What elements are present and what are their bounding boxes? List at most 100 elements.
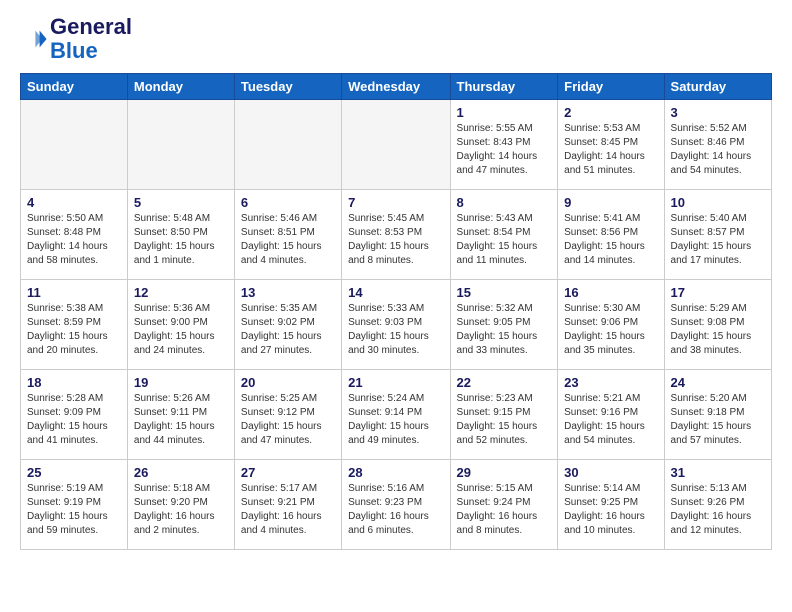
day-info: Sunrise: 5:53 AM Sunset: 8:45 PM Dayligh…	[564, 122, 657, 178]
weekday-header-thursday: Thursday	[450, 74, 558, 100]
day-number: 14	[348, 285, 443, 300]
calendar-cell: 29Sunrise: 5:15 AM Sunset: 9:24 PM Dayli…	[450, 460, 558, 550]
day-info: Sunrise: 5:48 AM Sunset: 8:50 PM Dayligh…	[134, 212, 228, 268]
calendar-cell: 10 Sunrise: 5:40 AM Sunset: 8:57 PM Dayli…	[664, 190, 771, 280]
day-number: 25	[27, 465, 121, 480]
day-info: Sunrise: 5:50 AM Sunset: 8:48 PM Dayligh…	[27, 212, 121, 268]
week-row-4: 25Sunrise: 5:19 AM Sunset: 9:19 PM Dayli…	[21, 460, 772, 550]
calendar-cell: 3 Sunrise: 5:52 AM Sunset: 8:46 PM Daylig…	[664, 100, 771, 190]
day-number: 22	[457, 375, 552, 390]
day-info: Sunrise: 5:52 AM Sunset: 8:46 PM Dayligh…	[671, 122, 765, 178]
calendar-cell: 23 Sunrise: 5:21 AM Sunset: 9:16 PM Dayli…	[558, 370, 664, 460]
week-row-0: 1 Sunrise: 5:55 AM Sunset: 8:43 PM Daylig…	[21, 100, 772, 190]
calendar-cell: 1 Sunrise: 5:55 AM Sunset: 8:43 PM Daylig…	[450, 100, 558, 190]
day-number: 26	[134, 465, 228, 480]
calendar-cell: 27 Sunrise: 5:17 AM Sunset: 9:21 PM Dayli…	[234, 460, 341, 550]
calendar-table: SundayMondayTuesdayWednesdayThursdayFrid…	[20, 73, 772, 550]
day-info: Sunrise: 5:30 AM Sunset: 9:06 PM Dayligh…	[564, 302, 657, 358]
day-number: 28	[348, 465, 443, 480]
calendar-cell: 19 Sunrise: 5:26 AM Sunset: 9:11 PM Dayli…	[127, 370, 234, 460]
day-info: Sunrise: 5:41 AM Sunset: 8:56 PM Dayligh…	[564, 212, 657, 268]
day-number: 23	[564, 375, 657, 390]
calendar-cell: 6Sunrise: 5:46 AM Sunset: 8:51 PM Daylig…	[234, 190, 341, 280]
day-number: 16	[564, 285, 657, 300]
calendar-cell: 22Sunrise: 5:23 AM Sunset: 9:15 PM Dayli…	[450, 370, 558, 460]
calendar-cell	[21, 100, 128, 190]
day-number: 20	[241, 375, 335, 390]
weekday-header-row: SundayMondayTuesdayWednesdayThursdayFrid…	[21, 74, 772, 100]
header: General Blue	[20, 15, 772, 63]
calendar-cell	[342, 100, 450, 190]
calendar-cell: 28 Sunrise: 5:16 AM Sunset: 9:23 PM Dayli…	[342, 460, 450, 550]
day-number: 1	[457, 105, 552, 120]
day-number: 6	[241, 195, 335, 210]
calendar-cell: 25Sunrise: 5:19 AM Sunset: 9:19 PM Dayli…	[21, 460, 128, 550]
calendar-cell: 21Sunrise: 5:24 AM Sunset: 9:14 PM Dayli…	[342, 370, 450, 460]
calendar-cell: 9Sunrise: 5:41 AM Sunset: 8:56 PM Daylig…	[558, 190, 664, 280]
day-number: 30	[564, 465, 657, 480]
calendar-cell: 8 Sunrise: 5:43 AM Sunset: 8:54 PM Daylig…	[450, 190, 558, 280]
weekday-header-tuesday: Tuesday	[234, 74, 341, 100]
day-number: 19	[134, 375, 228, 390]
day-info: Sunrise: 5:36 AM Sunset: 9:00 PM Dayligh…	[134, 302, 228, 358]
calendar-cell: 24 Sunrise: 5:20 AM Sunset: 9:18 PM Dayli…	[664, 370, 771, 460]
logo-text-blue: Blue	[50, 39, 132, 63]
day-info: Sunrise: 5:28 AM Sunset: 9:09 PM Dayligh…	[27, 392, 121, 448]
calendar-cell: 4 Sunrise: 5:50 AM Sunset: 8:48 PM Daylig…	[21, 190, 128, 280]
page: General Blue SundayMondayTuesdayWednesda…	[0, 0, 792, 565]
day-info: Sunrise: 5:14 AM Sunset: 9:25 PM Dayligh…	[564, 482, 657, 538]
week-row-2: 11 Sunrise: 5:38 AM Sunset: 8:59 PM Dayli…	[21, 280, 772, 370]
day-number: 31	[671, 465, 765, 480]
day-number: 4	[27, 195, 121, 210]
day-info: Sunrise: 5:18 AM Sunset: 9:20 PM Dayligh…	[134, 482, 228, 538]
day-number: 10	[671, 195, 765, 210]
calendar-cell: 12 Sunrise: 5:36 AM Sunset: 9:00 PM Dayli…	[127, 280, 234, 370]
calendar-cell: 5 Sunrise: 5:48 AM Sunset: 8:50 PM Daylig…	[127, 190, 234, 280]
weekday-header-saturday: Saturday	[664, 74, 771, 100]
weekday-header-sunday: Sunday	[21, 74, 128, 100]
day-number: 17	[671, 285, 765, 300]
logo: General Blue	[20, 15, 132, 63]
day-number: 2	[564, 105, 657, 120]
day-info: Sunrise: 5:24 AM Sunset: 9:14 PM Dayligh…	[348, 392, 443, 448]
day-info: Sunrise: 5:43 AM Sunset: 8:54 PM Dayligh…	[457, 212, 552, 268]
day-info: Sunrise: 5:20 AM Sunset: 9:18 PM Dayligh…	[671, 392, 765, 448]
week-row-3: 18 Sunrise: 5:28 AM Sunset: 9:09 PM Dayli…	[21, 370, 772, 460]
calendar-cell: 14 Sunrise: 5:33 AM Sunset: 9:03 PM Dayli…	[342, 280, 450, 370]
day-info: Sunrise: 5:35 AM Sunset: 9:02 PM Dayligh…	[241, 302, 335, 358]
day-number: 13	[241, 285, 335, 300]
day-number: 11	[27, 285, 121, 300]
day-number: 8	[457, 195, 552, 210]
day-number: 24	[671, 375, 765, 390]
calendar-cell: 20 Sunrise: 5:25 AM Sunset: 9:12 PM Dayli…	[234, 370, 341, 460]
day-info: Sunrise: 5:45 AM Sunset: 8:53 PM Dayligh…	[348, 212, 443, 268]
day-info: Sunrise: 5:16 AM Sunset: 9:23 PM Dayligh…	[348, 482, 443, 538]
calendar-cell: 7 Sunrise: 5:45 AM Sunset: 8:53 PM Daylig…	[342, 190, 450, 280]
day-info: Sunrise: 5:55 AM Sunset: 8:43 PM Dayligh…	[457, 122, 552, 178]
calendar-cell: 13 Sunrise: 5:35 AM Sunset: 9:02 PM Dayli…	[234, 280, 341, 370]
day-info: Sunrise: 5:21 AM Sunset: 9:16 PM Dayligh…	[564, 392, 657, 448]
day-number: 3	[671, 105, 765, 120]
day-info: Sunrise: 5:26 AM Sunset: 9:11 PM Dayligh…	[134, 392, 228, 448]
logo-text-general: General	[50, 15, 132, 39]
day-info: Sunrise: 5:33 AM Sunset: 9:03 PM Dayligh…	[348, 302, 443, 358]
weekday-header-friday: Friday	[558, 74, 664, 100]
calendar-cell: 26 Sunrise: 5:18 AM Sunset: 9:20 PM Dayli…	[127, 460, 234, 550]
day-number: 27	[241, 465, 335, 480]
day-info: Sunrise: 5:25 AM Sunset: 9:12 PM Dayligh…	[241, 392, 335, 448]
day-number: 7	[348, 195, 443, 210]
day-number: 5	[134, 195, 228, 210]
day-info: Sunrise: 5:38 AM Sunset: 8:59 PM Dayligh…	[27, 302, 121, 358]
calendar-cell: 16 Sunrise: 5:30 AM Sunset: 9:06 PM Dayli…	[558, 280, 664, 370]
day-info: Sunrise: 5:29 AM Sunset: 9:08 PM Dayligh…	[671, 302, 765, 358]
day-number: 15	[457, 285, 552, 300]
calendar-cell: 2 Sunrise: 5:53 AM Sunset: 8:45 PM Daylig…	[558, 100, 664, 190]
day-number: 12	[134, 285, 228, 300]
day-info: Sunrise: 5:17 AM Sunset: 9:21 PM Dayligh…	[241, 482, 335, 538]
day-info: Sunrise: 5:15 AM Sunset: 9:24 PM Dayligh…	[457, 482, 552, 538]
calendar-cell: 31Sunrise: 5:13 AM Sunset: 9:26 PM Dayli…	[664, 460, 771, 550]
day-number: 18	[27, 375, 121, 390]
calendar-cell: 30 Sunrise: 5:14 AM Sunset: 9:25 PM Dayli…	[558, 460, 664, 550]
weekday-header-wednesday: Wednesday	[342, 74, 450, 100]
day-info: Sunrise: 5:40 AM Sunset: 8:57 PM Dayligh…	[671, 212, 765, 268]
